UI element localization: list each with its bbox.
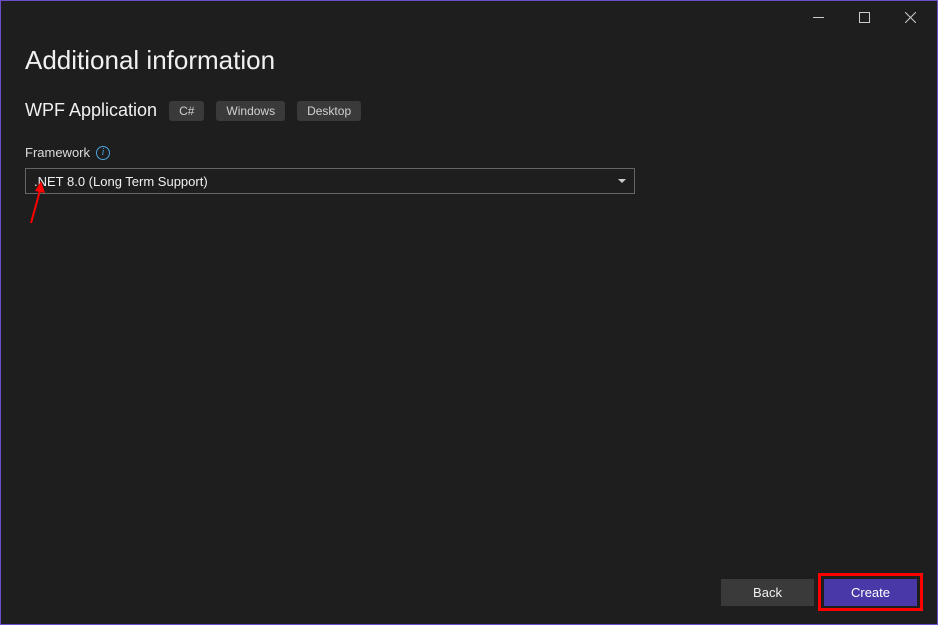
footer: Back Create — [721, 579, 917, 606]
content-area: Additional information WPF Application C… — [1, 33, 937, 194]
tag-csharp: C# — [169, 101, 204, 121]
project-name: WPF Application — [25, 100, 157, 121]
project-row: WPF Application C# Windows Desktop — [25, 100, 913, 121]
tag-windows: Windows — [216, 101, 285, 121]
minimize-icon — [813, 12, 824, 23]
close-button[interactable] — [887, 2, 933, 32]
page-title: Additional information — [25, 45, 913, 76]
maximize-button[interactable] — [841, 2, 887, 32]
close-icon — [905, 12, 916, 23]
framework-dropdown[interactable]: .NET 8.0 (Long Term Support) — [25, 168, 635, 194]
framework-label-row: Framework i — [25, 145, 913, 160]
framework-label: Framework — [25, 145, 90, 160]
tag-desktop: Desktop — [297, 101, 361, 121]
chevron-down-icon — [618, 179, 626, 183]
info-icon[interactable]: i — [96, 146, 110, 160]
maximize-icon — [859, 12, 870, 23]
titlebar — [1, 1, 937, 33]
create-button[interactable]: Create — [824, 579, 917, 606]
framework-selected: .NET 8.0 (Long Term Support) — [34, 174, 208, 189]
minimize-button[interactable] — [795, 2, 841, 32]
back-button[interactable]: Back — [721, 579, 814, 606]
